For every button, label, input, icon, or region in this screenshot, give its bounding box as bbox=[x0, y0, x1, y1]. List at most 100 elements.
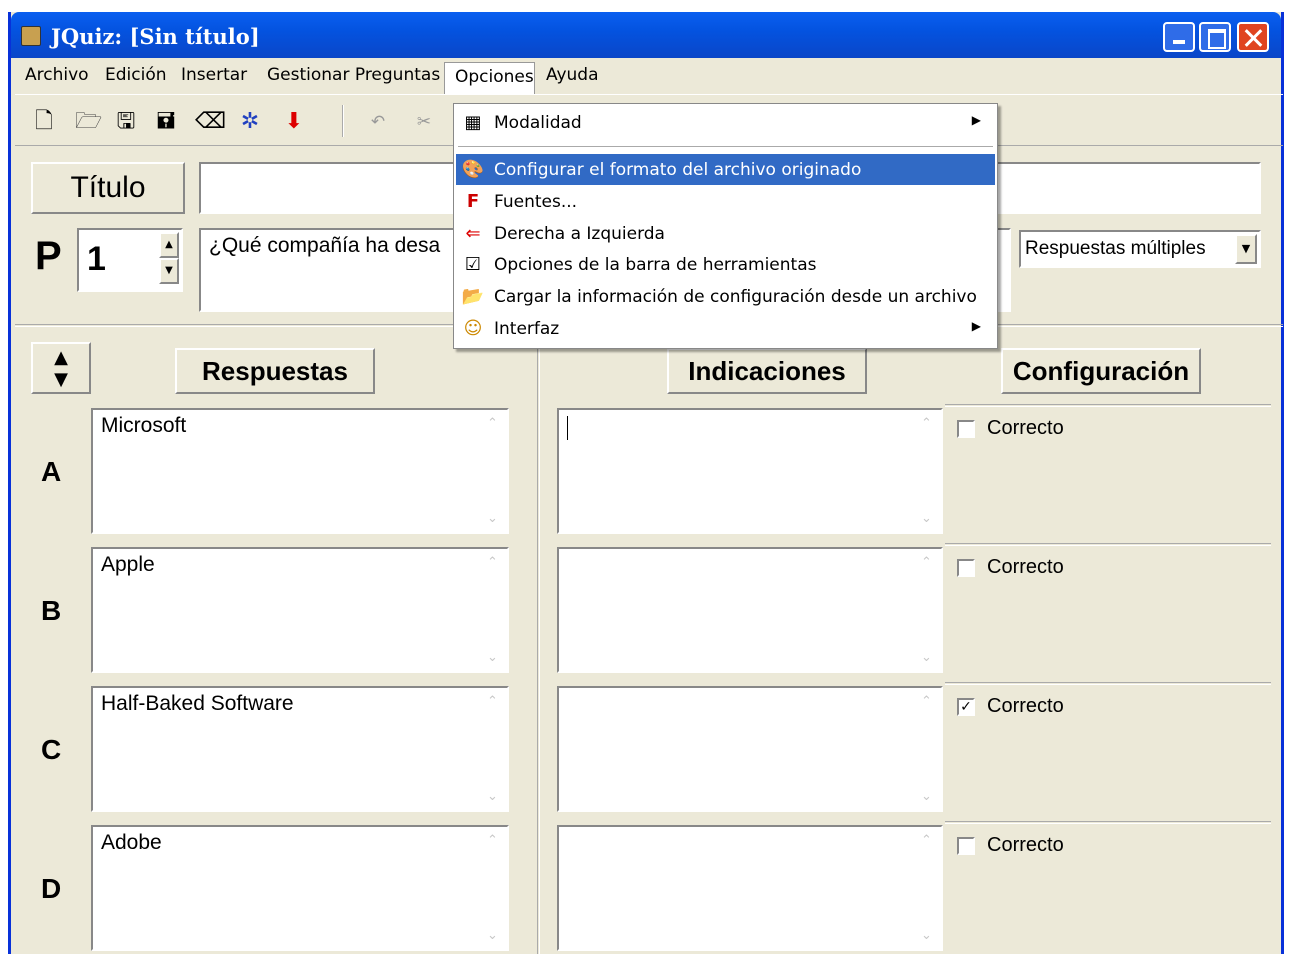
menu-item-opciones-barra[interactable]: ☑ Opciones de la barra de herramientas bbox=[456, 249, 995, 280]
menu-ayuda[interactable]: Ayuda bbox=[546, 65, 599, 85]
answer-text-input[interactable]: Half-Baked Software ⌃ ⌄ bbox=[91, 686, 509, 812]
answer-text: Apple bbox=[101, 553, 155, 576]
correct-checkbox[interactable] bbox=[957, 420, 975, 438]
answer-text: Adobe bbox=[101, 831, 162, 854]
question-number: 1 bbox=[87, 240, 106, 278]
app-window: JQuiz: [Sin título] Archivo Edición Inse… bbox=[8, 12, 1284, 954]
row-divider bbox=[945, 543, 1271, 546]
scroll-up-icon[interactable]: ⌃ bbox=[487, 833, 498, 848]
scroll-down-icon[interactable]: ⌄ bbox=[921, 928, 932, 943]
menu-separator bbox=[458, 146, 993, 148]
minimize-button[interactable] bbox=[1163, 22, 1195, 52]
feedback-scrollbar[interactable]: ⌃ ⌄ bbox=[917, 827, 941, 949]
text-cursor bbox=[567, 416, 568, 440]
scroll-down-icon[interactable]: ⌄ bbox=[487, 511, 498, 526]
correct-label: Correcto bbox=[987, 834, 1064, 856]
menu-edicion[interactable]: Edición bbox=[105, 65, 167, 85]
rtl-icon: ⇐ bbox=[465, 223, 481, 244]
question-number-spinner[interactable]: 1 ▲ ▼ bbox=[77, 228, 183, 292]
feedback-scrollbar[interactable]: ⌃ ⌄ bbox=[917, 549, 941, 671]
scroll-down-icon[interactable]: ⌄ bbox=[487, 650, 498, 665]
scroll-up-icon[interactable]: ⌃ bbox=[487, 416, 498, 431]
answer-text-input[interactable]: Apple ⌃ ⌄ bbox=[91, 547, 509, 673]
feedback-text-input[interactable]: ⌃ ⌄ bbox=[557, 825, 943, 951]
eraser-icon[interactable]: ⌫ bbox=[195, 109, 226, 135]
answer-letter: B bbox=[41, 595, 62, 626]
cut-icon[interactable]: ✂ bbox=[411, 109, 437, 135]
menu-item-fuentes[interactable]: F Fuentes... bbox=[456, 186, 995, 217]
maximize-button[interactable] bbox=[1199, 22, 1231, 52]
hot-potatoes-icon[interactable]: ⬇ bbox=[281, 109, 307, 135]
answer-letter: A bbox=[41, 456, 62, 487]
scroll-down-icon[interactable]: ⌄ bbox=[921, 789, 932, 804]
title-bar[interactable]: JQuiz: [Sin título] bbox=[11, 12, 1281, 58]
scroll-up-icon[interactable]: ⌃ bbox=[921, 833, 932, 848]
menu-item-configurar-formato[interactable]: 🎨 Configurar el formato del archivo orig… bbox=[456, 154, 995, 185]
window-title: JQuiz: [Sin título] bbox=[51, 24, 260, 49]
scroll-down-icon[interactable]: ⌄ bbox=[921, 650, 932, 665]
answer-text-input[interactable]: Microsoft ⌃ ⌄ bbox=[91, 408, 509, 534]
correct-label: Correcto bbox=[987, 695, 1064, 717]
correct-checkbox[interactable] bbox=[957, 837, 975, 855]
feedback-header: Indicaciones bbox=[667, 348, 867, 394]
answer-letter: D bbox=[41, 873, 62, 904]
answer-letter: C bbox=[41, 734, 62, 765]
load-config-icon: 📂 bbox=[461, 286, 485, 307]
undo-icon[interactable]: ↶ bbox=[365, 109, 391, 135]
feedback-text-input[interactable]: ⌃ ⌄ bbox=[557, 547, 943, 673]
reorder-updown-icon[interactable]: ▲ ▼ bbox=[31, 342, 91, 394]
menu-insertar[interactable]: Insertar bbox=[181, 65, 247, 85]
new-file-icon[interactable]: 🗋 bbox=[31, 109, 57, 135]
answer-scrollbar[interactable]: ⌃ ⌄ bbox=[483, 549, 507, 671]
correct-checkbox[interactable]: ✓ bbox=[957, 698, 975, 716]
menu-archivo[interactable]: Archivo bbox=[25, 65, 89, 85]
modality-icon: ▦ bbox=[464, 112, 482, 133]
question-type-select[interactable]: Respuestas múltiples ▼ bbox=[1019, 230, 1261, 268]
save-as-icon[interactable]: 🖬 bbox=[153, 109, 179, 135]
answers-header: Respuestas bbox=[175, 348, 375, 394]
answer-text-input[interactable]: Adobe ⌃ ⌄ bbox=[91, 825, 509, 951]
save-icon[interactable]: 🖫 bbox=[113, 109, 139, 135]
scroll-up-icon[interactable]: ⌃ bbox=[921, 694, 932, 709]
menu-opciones[interactable]: Opciones bbox=[444, 62, 535, 94]
close-button[interactable] bbox=[1237, 22, 1269, 52]
scroll-down-icon[interactable]: ⌄ bbox=[487, 928, 498, 943]
scroll-down-icon[interactable]: ⌄ bbox=[487, 789, 498, 804]
feedback-scrollbar[interactable]: ⌃ ⌄ bbox=[917, 688, 941, 810]
spinner-down-button[interactable]: ▼ bbox=[159, 258, 179, 284]
scroll-up-icon[interactable]: ⌃ bbox=[487, 694, 498, 709]
column-divider bbox=[537, 336, 540, 954]
answer-scrollbar[interactable]: ⌃ ⌄ bbox=[483, 827, 507, 949]
scroll-down-icon[interactable]: ⌄ bbox=[921, 511, 932, 526]
configure-format-icon: 🎨 bbox=[461, 159, 485, 180]
submenu-arrow-icon: ▶ bbox=[971, 113, 981, 127]
menu-item-derecha-izquierda[interactable]: ⇐ Derecha a Izquierda bbox=[456, 218, 995, 249]
menu-item-modalidad[interactable]: ▦ Modalidad ▶ bbox=[456, 107, 995, 138]
feedback-text bbox=[559, 410, 941, 418]
correct-label: Correcto bbox=[987, 556, 1064, 578]
menu-gestionar-preguntas[interactable]: Gestionar Preguntas bbox=[267, 65, 440, 85]
feedback-text bbox=[559, 549, 941, 557]
answer-scrollbar[interactable]: ⌃ ⌄ bbox=[483, 688, 507, 810]
answer-scrollbar[interactable]: ⌃ ⌄ bbox=[483, 410, 507, 532]
question-text: ¿Qué compañía ha desa bbox=[209, 234, 441, 257]
open-folder-icon[interactable]: 🗁 bbox=[75, 109, 102, 135]
scroll-up-icon[interactable]: ⌃ bbox=[487, 555, 498, 570]
toolbar-options-icon: ☑ bbox=[464, 254, 482, 275]
web-export-icon[interactable]: ✲ bbox=[237, 109, 263, 135]
spinner-up-button[interactable]: ▲ bbox=[159, 232, 179, 258]
app-icon bbox=[21, 26, 41, 46]
feedback-scrollbar[interactable]: ⌃ ⌄ bbox=[917, 410, 941, 532]
answer-text: Half-Baked Software bbox=[101, 692, 294, 715]
correct-checkbox[interactable] bbox=[957, 559, 975, 577]
feedback-text bbox=[559, 827, 941, 835]
fonts-icon: F bbox=[466, 191, 480, 212]
feedback-text-input[interactable]: ⌃ ⌄ bbox=[557, 408, 943, 534]
chevron-down-icon[interactable]: ▼ bbox=[1235, 234, 1257, 264]
menu-item-cargar-configuracion[interactable]: 📂 Cargar la información de configuración… bbox=[456, 281, 995, 312]
scroll-up-icon[interactable]: ⌃ bbox=[921, 555, 932, 570]
scroll-up-icon[interactable]: ⌃ bbox=[921, 416, 932, 431]
feedback-text-input[interactable]: ⌃ ⌄ bbox=[557, 686, 943, 812]
menu-item-interfaz[interactable]: ☺ Interfaz ▶ bbox=[456, 313, 995, 344]
menu-bar: Archivo Edición Insertar Gestionar Pregu… bbox=[11, 60, 1281, 90]
